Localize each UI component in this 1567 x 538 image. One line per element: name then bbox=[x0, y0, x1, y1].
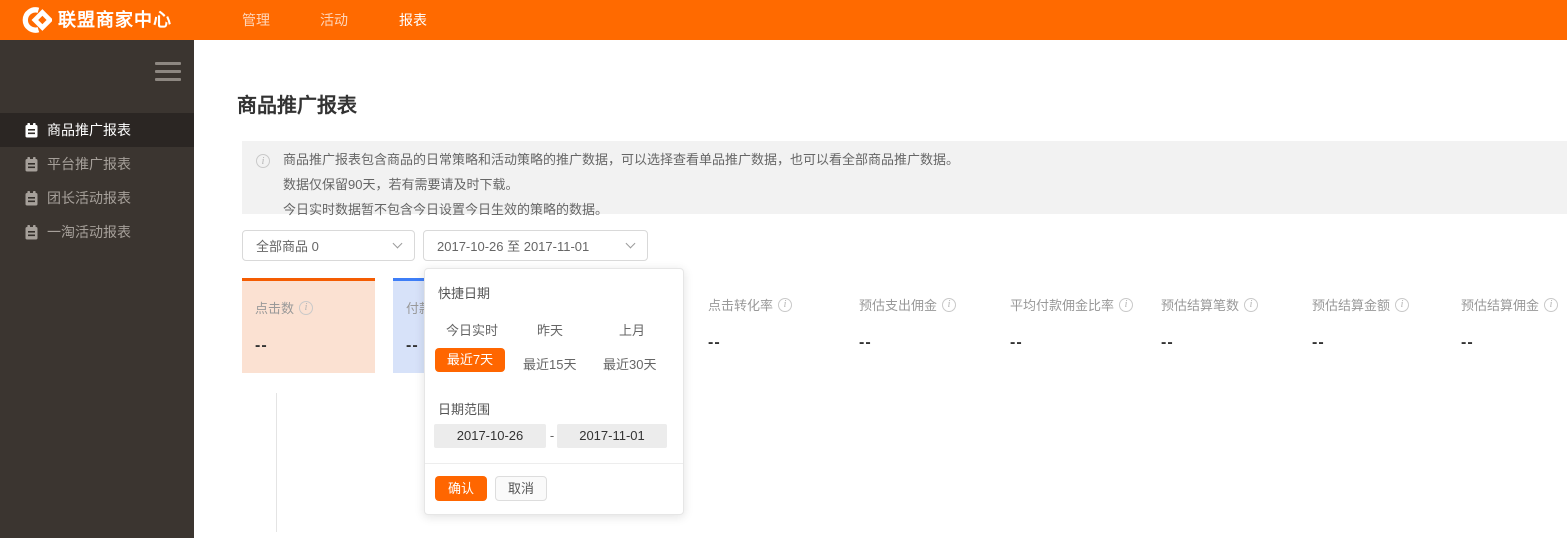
date-range-separator: - bbox=[549, 428, 555, 443]
report-icon bbox=[25, 156, 38, 172]
popup-divider bbox=[425, 463, 683, 464]
app-window: 联盟商家中心 管理 活动 报表 商品推广报表 平台推广报表 团长活动报表 一淘活… bbox=[0, 0, 1567, 538]
quick-option-last-7-days[interactable]: 最近7天 bbox=[435, 348, 505, 372]
notice-line: 商品推广报表包含商品的日常策略和活动策略的推广数据，可以选择查看单品推广数据，也… bbox=[283, 152, 960, 167]
metric-card-estimated-settlement-commission[interactable]: 预估结算佣金 i -- bbox=[1448, 278, 1567, 373]
metric-value: -- bbox=[1161, 334, 1174, 351]
quick-option-last-month[interactable]: 上月 bbox=[619, 320, 645, 339]
page-title: 商品推广报表 bbox=[237, 95, 357, 117]
date-range-select[interactable]: 2017-10-26 至 2017-11-01 bbox=[423, 230, 648, 261]
cancel-button[interactable]: 取消 bbox=[495, 476, 547, 501]
quick-date-label: 快捷日期 bbox=[438, 286, 491, 301]
product-select-value: 全部商品 0 bbox=[256, 239, 319, 254]
metric-value: -- bbox=[1312, 334, 1325, 351]
quick-option-today-realtime[interactable]: 今日实时 bbox=[446, 320, 498, 339]
info-icon[interactable]: i bbox=[1119, 297, 1134, 312]
top-header: 联盟商家中心 管理 活动 报表 bbox=[0, 0, 1567, 40]
sidebar-item-leader-activity-report[interactable]: 团长活动报表 bbox=[0, 181, 194, 215]
confirm-button[interactable]: 确认 bbox=[435, 476, 487, 501]
start-date-input[interactable]: 2017-10-26 bbox=[434, 424, 546, 448]
metric-card-clicks[interactable]: 点击数 i -- bbox=[242, 278, 375, 373]
end-date-input[interactable]: 2017-11-01 bbox=[557, 424, 667, 448]
metric-value: -- bbox=[708, 334, 721, 351]
info-icon[interactable]: i bbox=[778, 297, 793, 312]
sidebar-item-label: 商品推广报表 bbox=[47, 122, 131, 138]
info-icon[interactable]: i bbox=[942, 297, 957, 312]
metric-value: -- bbox=[406, 337, 419, 354]
sidebar-item-label: 一淘活动报表 bbox=[47, 224, 131, 240]
notice-banner: i 商品推广报表包含商品的日常策略和活动策略的推广数据，可以选择查看单品推广数据… bbox=[242, 141, 1567, 217]
sidebar-menu: 商品推广报表 平台推广报表 团长活动报表 一淘活动报表 bbox=[0, 113, 194, 249]
quick-option-last-15-days[interactable]: 最近15天 bbox=[523, 354, 576, 373]
nav-item-activity[interactable]: 活动 bbox=[320, 0, 348, 40]
metric-label: 预估支出佣金 i bbox=[859, 295, 957, 314]
metric-label: 平均付款佣金比率 i bbox=[1010, 295, 1134, 314]
brand-logo-icon bbox=[16, 5, 54, 35]
info-icon[interactable]: i bbox=[1244, 297, 1259, 312]
info-icon[interactable]: i bbox=[1544, 297, 1559, 312]
product-select[interactable]: 全部商品 0 bbox=[242, 230, 415, 261]
report-icon bbox=[25, 224, 38, 240]
metric-value: -- bbox=[1461, 334, 1474, 351]
metric-value: -- bbox=[1010, 334, 1023, 351]
sidebar-item-label: 平台推广报表 bbox=[47, 156, 131, 172]
metric-card-estimated-settlement-count[interactable]: 预估结算笔数 i -- bbox=[1148, 278, 1281, 373]
info-icon: i bbox=[256, 154, 270, 168]
date-range-label: 日期范围 bbox=[438, 402, 491, 417]
report-icon bbox=[25, 190, 38, 206]
sidebar-item-label: 团长活动报表 bbox=[47, 190, 131, 206]
report-icon bbox=[25, 122, 38, 138]
info-icon[interactable]: i bbox=[299, 300, 314, 315]
notice-text: 商品推广报表包含商品的日常策略和活动策略的推广数据，可以选择查看单品推广数据，也… bbox=[283, 147, 959, 222]
nav-item-report[interactable]: 报表 bbox=[399, 0, 427, 40]
metric-label: 预估结算金额 i bbox=[1312, 295, 1410, 314]
chevron-down-icon bbox=[392, 238, 403, 249]
sidebar-item-etao-activity-report[interactable]: 一淘活动报表 bbox=[0, 215, 194, 249]
metric-label: 预估结算佣金 i bbox=[1461, 295, 1559, 314]
chart-axis-line bbox=[276, 393, 277, 532]
metric-label: 点击转化率 i bbox=[708, 295, 793, 314]
hamburger-icon[interactable] bbox=[155, 62, 181, 81]
info-icon[interactable]: i bbox=[1395, 297, 1410, 312]
date-range-select-value: 2017-10-26 至 2017-11-01 bbox=[437, 239, 590, 254]
quick-option-last-30-days[interactable]: 最近30天 bbox=[603, 354, 656, 373]
metric-card-estimated-commission-spend[interactable]: 预估支出佣金 i -- bbox=[846, 278, 979, 373]
date-picker-popup: 快捷日期 今日实时 昨天 上月 最近7天 最近15天 最近30天 日期范围 20… bbox=[424, 268, 684, 515]
notice-line: 数据仅保留90天，若有需要请及时下载。 bbox=[283, 177, 519, 192]
nav-item-manage[interactable]: 管理 bbox=[242, 0, 270, 40]
notice-line: 今日实时数据暂不包含今日设置今日生效的策略的数据。 bbox=[283, 202, 609, 217]
metric-label: 预估结算笔数 i bbox=[1161, 295, 1259, 314]
metric-label: 点击数 i bbox=[255, 298, 314, 317]
metric-card-click-conversion[interactable]: 点击转化率 i -- bbox=[695, 278, 828, 373]
metric-card-avg-commission-rate[interactable]: 平均付款佣金比率 i -- bbox=[997, 278, 1134, 373]
quick-option-yesterday[interactable]: 昨天 bbox=[537, 320, 563, 339]
chevron-down-icon bbox=[625, 238, 636, 249]
metric-value: -- bbox=[859, 334, 872, 351]
metric-card-estimated-settlement-amount[interactable]: 预估结算金额 i -- bbox=[1299, 278, 1432, 373]
sidebar-item-platform-report[interactable]: 平台推广报表 bbox=[0, 147, 194, 181]
brand-title: 联盟商家中心 bbox=[58, 10, 172, 30]
sidebar: 商品推广报表 平台推广报表 团长活动报表 一淘活动报表 bbox=[0, 40, 194, 538]
sidebar-item-product-report[interactable]: 商品推广报表 bbox=[0, 113, 194, 147]
metric-value: -- bbox=[255, 337, 268, 354]
